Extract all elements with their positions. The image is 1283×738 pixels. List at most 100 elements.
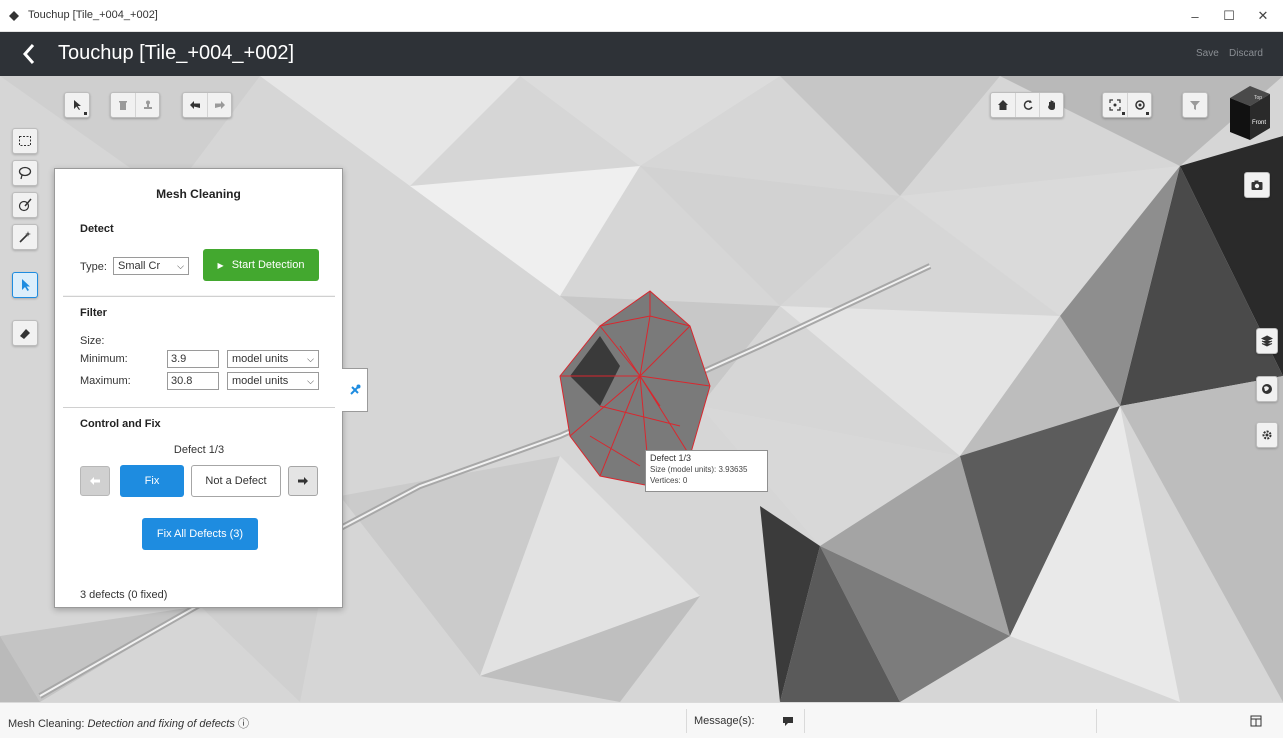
redo-button[interactable]	[207, 93, 231, 117]
undo-icon	[190, 101, 200, 109]
filter-button[interactable]	[1183, 93, 1207, 117]
zoom-extents-button[interactable]	[1103, 93, 1127, 117]
eye-icon	[1134, 100, 1145, 110]
magic-wand-button[interactable]	[12, 224, 38, 250]
zoom-toolbar	[1102, 92, 1152, 118]
zoom-extents-icon	[1109, 99, 1121, 111]
settings-button[interactable]	[1256, 422, 1278, 448]
fix-button[interactable]: Fix	[120, 465, 184, 497]
discard-button[interactable]: Discard	[1229, 48, 1263, 59]
panel-title: Mesh Cleaning	[156, 187, 241, 201]
filter-toolbar	[1182, 92, 1208, 118]
hand-icon	[1047, 100, 1055, 110]
delete-button[interactable]	[111, 93, 135, 117]
lasso-icon	[18, 166, 32, 180]
save-button[interactable]: Save	[1196, 48, 1219, 59]
undo-button[interactable]	[183, 93, 207, 117]
filter-section: Filter Size: Minimum: model units ⌵ Maxi…	[63, 297, 335, 407]
minimum-size-input[interactable]	[167, 350, 219, 368]
status-mode: Mesh Cleaning: Detection and fixing of d…	[8, 715, 249, 731]
filter-icon	[1190, 101, 1200, 110]
layers-icon	[1261, 335, 1273, 347]
divider	[686, 709, 687, 733]
nav-cube-top-label: Top	[1254, 95, 1262, 101]
arrow-left-icon	[90, 477, 100, 485]
panel-tab[interactable]	[342, 368, 368, 412]
previous-defect-button[interactable]	[80, 466, 110, 496]
gear-icon	[1262, 430, 1272, 440]
maximum-label: Maximum:	[80, 375, 131, 387]
divider	[1096, 709, 1097, 733]
edit-toolbar	[110, 92, 160, 118]
layers-button[interactable]	[1256, 328, 1278, 354]
tooltip-title: Defect 1/3	[650, 453, 692, 463]
close-window-button[interactable]: ✕	[1248, 4, 1278, 28]
not-a-defect-label: Not a Defect	[205, 475, 267, 487]
rotate-button[interactable]	[1015, 93, 1039, 117]
app-header: Touchup [Tile_+004_+002] Save Discard	[0, 32, 1283, 76]
messages-label: Message(s):	[694, 715, 755, 727]
start-detection-button[interactable]: ▶ Start Detection	[203, 249, 319, 281]
status-description: Detection and fixing of defects	[87, 718, 235, 730]
info-icon[interactable]: ⓘ	[238, 718, 249, 730]
pan-button[interactable]	[1039, 93, 1063, 117]
page-title: Touchup [Tile_+004_+002]	[58, 42, 295, 64]
divider	[804, 709, 805, 733]
brush-select-button[interactable]	[12, 192, 38, 218]
os-window-titlebar: Touchup [Tile_+004_+002] – ☐ ✕	[0, 0, 1283, 32]
start-detection-label: Start Detection	[231, 259, 305, 271]
defect-summary: 3 defects (0 fixed)	[80, 589, 168, 601]
view-toolbar	[990, 92, 1064, 118]
back-button[interactable]	[18, 41, 40, 67]
arrow-right-icon	[298, 477, 308, 485]
brush-select-icon	[18, 198, 32, 212]
maximum-unit-select[interactable]: model units ⌵	[227, 372, 319, 390]
app-icon	[9, 11, 19, 21]
lasso-select-button[interactable]	[12, 160, 38, 186]
redo-icon	[214, 101, 225, 109]
control-fix-section: Control and Fix Defect 1/3 Fix Not a Def…	[63, 408, 335, 584]
cursor-icon	[74, 100, 81, 110]
detect-section: Detect Type: Small Cr ⌵ ▶ Start Detectio…	[63, 213, 335, 295]
status-mode-label: Mesh Cleaning:	[8, 718, 85, 730]
maximum-size-input[interactable]	[167, 372, 219, 390]
os-window-title: Touchup [Tile_+004_+002]	[28, 9, 158, 21]
mesh-cleaning-tool-button[interactable]	[12, 272, 38, 298]
defect-counter: Defect 1/3	[173, 444, 225, 456]
filter-section-title: Filter	[80, 307, 107, 319]
eraser-button[interactable]	[12, 320, 38, 346]
trash-icon	[119, 101, 127, 110]
tooltip-vertices: Vertices: 0	[650, 476, 688, 485]
rotate-icon	[1023, 100, 1033, 110]
defect-tooltip: Defect 1/3 Size (model units): 3.93635 V…	[645, 450, 768, 492]
messages-icon[interactable]	[782, 716, 794, 727]
chevron-down-icon: ⌵	[307, 353, 314, 364]
rectangle-select-button[interactable]	[12, 128, 38, 154]
select-tool-button[interactable]	[65, 93, 89, 117]
minimize-button[interactable]: –	[1180, 4, 1210, 28]
navigation-cube[interactable]: Top Front	[1224, 84, 1276, 144]
next-defect-button[interactable]	[288, 466, 318, 496]
minimum-unit-select[interactable]: model units ⌵	[227, 350, 319, 368]
magic-wand-icon	[19, 231, 31, 243]
visibility-button[interactable]	[1127, 93, 1151, 117]
panel-layout-icon[interactable]	[1250, 715, 1262, 727]
detection-type-value: Small Cr	[118, 260, 161, 272]
fix-all-defects-button[interactable]: Fix All Defects (3)	[142, 518, 258, 550]
clean-button[interactable]	[135, 93, 159, 117]
snapshot-button[interactable]	[1244, 172, 1270, 198]
maximize-button[interactable]: ☐	[1214, 4, 1244, 28]
globe-icon	[1262, 384, 1272, 394]
detect-section-title: Detect	[80, 223, 114, 235]
home-view-button[interactable]	[991, 93, 1015, 117]
3d-viewport[interactable]: Top Front Mesh Cleaning Detect Type: Sma…	[0, 76, 1283, 702]
tools-icon	[349, 384, 360, 395]
cursor-icon	[22, 279, 30, 291]
detection-type-select[interactable]: Small Cr ⌵	[113, 257, 189, 275]
stamp-icon	[143, 100, 152, 109]
size-label: Size:	[80, 335, 105, 347]
globe-button[interactable]	[1256, 376, 1278, 402]
chevron-down-icon: ⌵	[307, 375, 314, 386]
not-a-defect-button[interactable]: Not a Defect	[191, 465, 281, 497]
chevron-down-icon: ⌵	[177, 260, 184, 271]
